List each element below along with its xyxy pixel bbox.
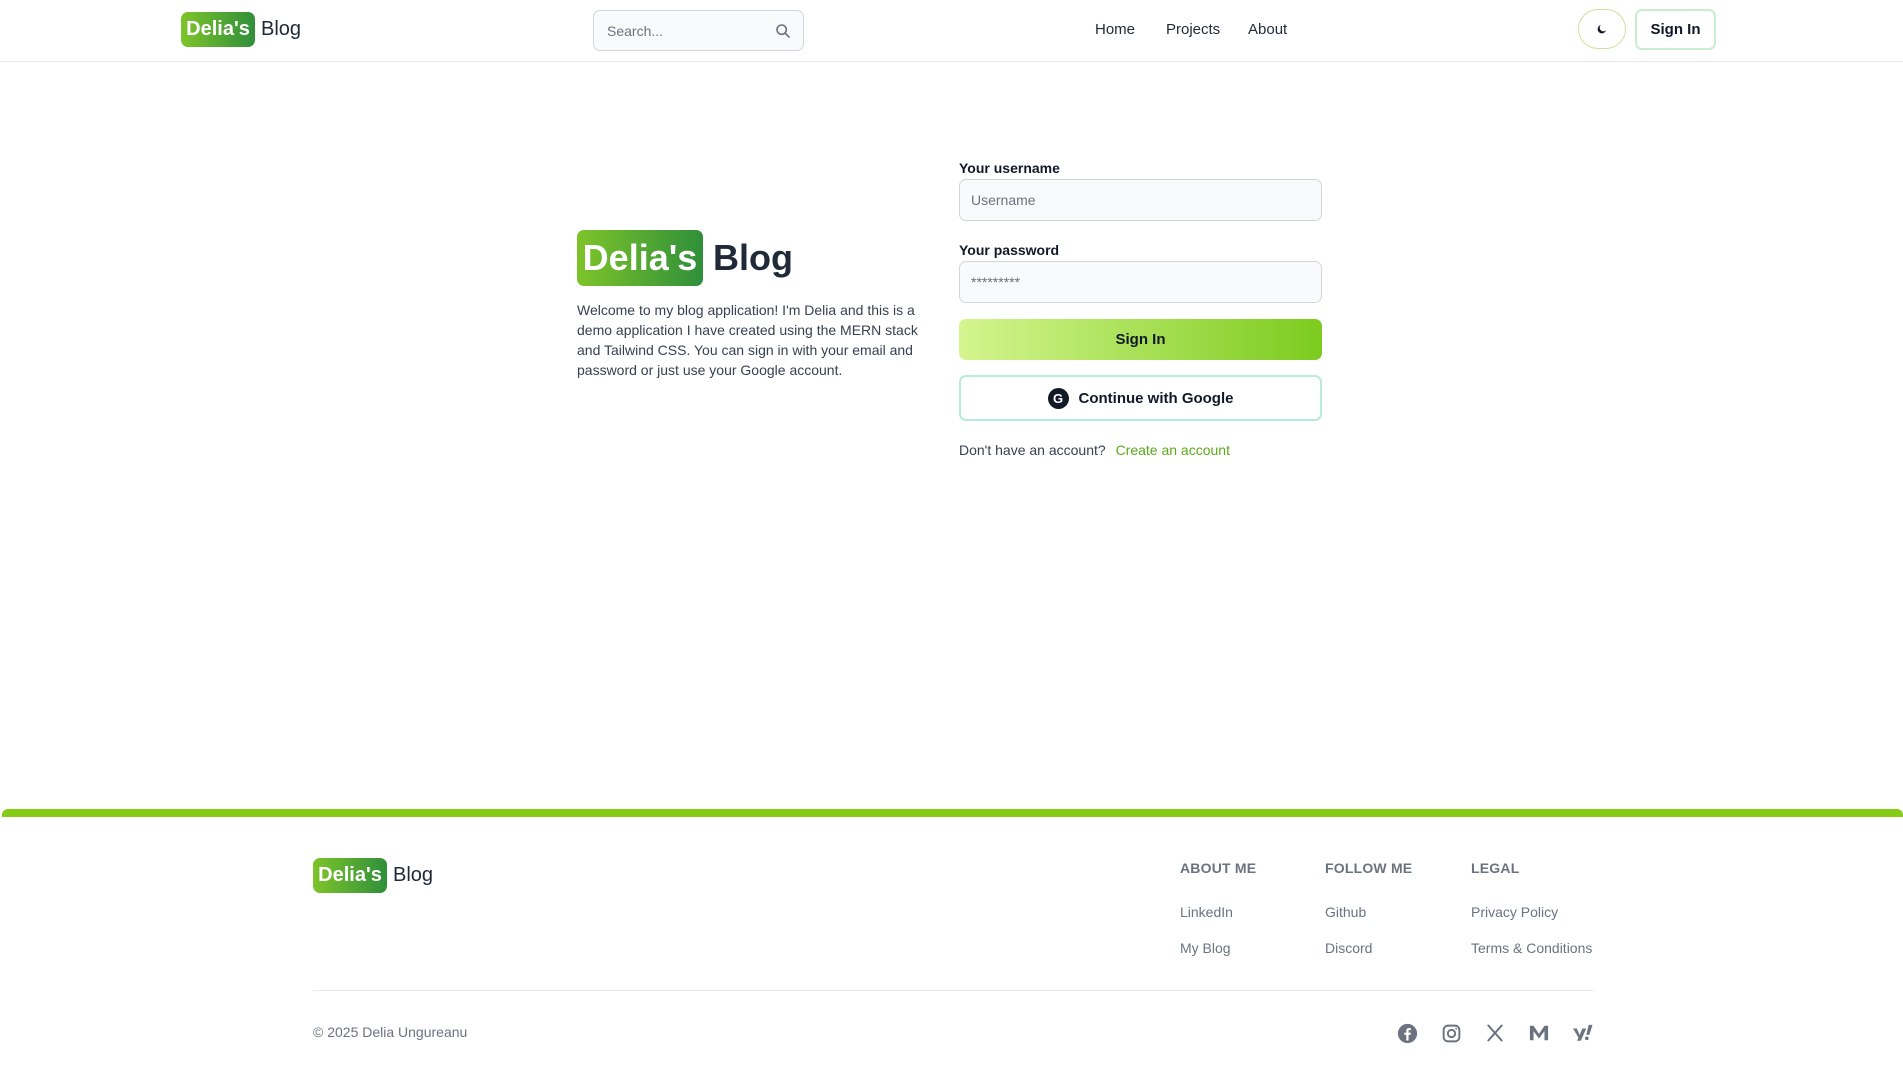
username-input[interactable] <box>959 179 1322 221</box>
create-account-row: Don't have an account? Create an account <box>959 442 1230 458</box>
footer-link-linkedin[interactable]: LinkedIn <box>1180 904 1233 920</box>
footer-link-myblog[interactable]: My Blog <box>1180 940 1231 956</box>
instagram-icon[interactable] <box>1439 1021 1463 1045</box>
footer-divider <box>313 990 1593 991</box>
search-box <box>593 10 804 51</box>
password-label: Your password <box>959 242 1060 258</box>
footer-link-github[interactable]: Github <box>1325 904 1366 920</box>
password-input[interactable] <box>959 261 1322 303</box>
intro-logo-badge: Delia's <box>577 230 703 286</box>
logo-text: Blog <box>261 18 302 40</box>
x-icon[interactable] <box>1483 1021 1507 1045</box>
nav-about[interactable]: About <box>1248 21 1287 38</box>
footer-heading-about: ABOUT ME <box>1180 860 1257 876</box>
footer-heading-follow: FOLLOW ME <box>1325 860 1413 876</box>
header: Delia's Blog Home Projects About Sign In <box>0 0 1903 62</box>
footer-link-privacy[interactable]: Privacy Policy <box>1471 904 1558 920</box>
nav-projects[interactable]: Projects <box>1166 21 1220 38</box>
footer-link-discord[interactable]: Discord <box>1325 940 1372 956</box>
signin-button[interactable]: Sign In <box>959 319 1322 360</box>
copyright-text: © 2025 Delia Ungureanu <box>313 1024 468 1040</box>
footer-accent-bar <box>2 809 1903 817</box>
intro-logo-text: Blog <box>713 237 793 278</box>
footer-heading-legal: LEGAL <box>1471 860 1520 876</box>
welcome-text: Welcome to my blog application! I'm Deli… <box>577 302 918 378</box>
facebook-icon[interactable] <box>1395 1021 1419 1045</box>
search-icon[interactable] <box>775 23 791 39</box>
header-logo[interactable]: Delia's Blog <box>181 12 301 47</box>
username-label: Your username <box>959 160 1060 176</box>
yahoo-icon[interactable] <box>1571 1021 1595 1045</box>
logo-badge: Delia's <box>181 12 255 47</box>
footer-logo-text: Blog <box>393 864 434 886</box>
search-input[interactable] <box>605 21 775 40</box>
medium-icon[interactable] <box>1527 1021 1551 1045</box>
nav-home[interactable]: Home <box>1095 21 1135 38</box>
no-account-text: Don't have an account? <box>959 442 1106 458</box>
footer-logo[interactable]: Delia's Blog <box>313 858 433 893</box>
theme-toggle-button[interactable] <box>1578 9 1626 49</box>
footer-logo-badge: Delia's <box>313 858 387 893</box>
moon-icon <box>1596 23 1608 35</box>
create-account-link[interactable]: Create an account <box>1116 442 1230 458</box>
intro-logo: Delia's Blog <box>577 230 793 286</box>
footer-link-terms[interactable]: Terms & Conditions <box>1471 940 1592 956</box>
google-signin-label: Continue with Google <box>1078 389 1234 407</box>
google-icon: G <box>1047 387 1069 409</box>
google-signin-button[interactable]: G Continue with Google <box>959 375 1322 421</box>
header-signin-button[interactable]: Sign In <box>1635 9 1716 50</box>
